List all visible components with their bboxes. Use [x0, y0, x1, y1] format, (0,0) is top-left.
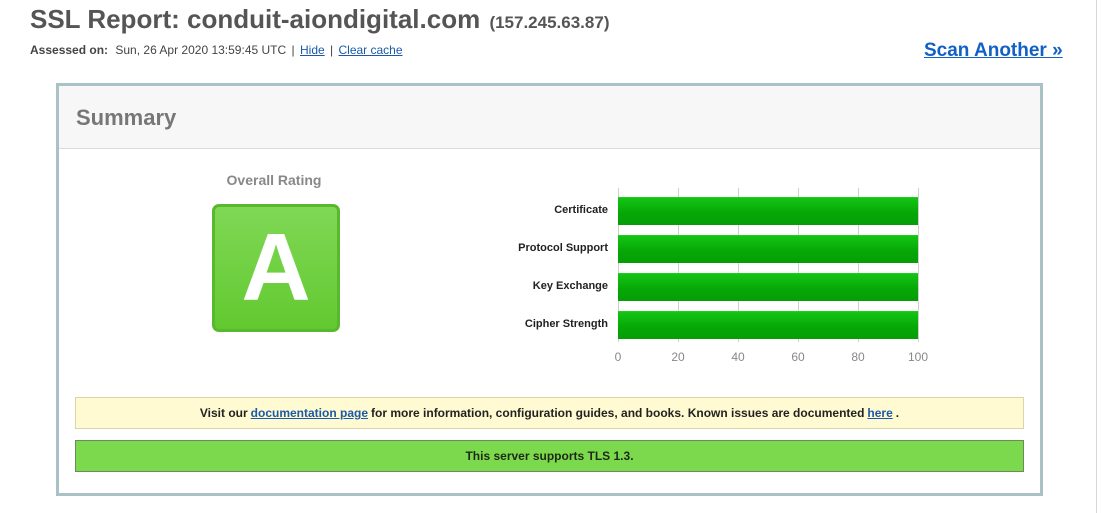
chart-bar — [618, 197, 918, 225]
clear-cache-link[interactable]: Clear cache — [338, 43, 402, 57]
window-edge — [1096, 0, 1101, 513]
ip-address: (157.245.63.87) — [489, 13, 610, 32]
grade-badge: A — [212, 204, 340, 332]
assessed-label: Assessed on: — [30, 43, 109, 57]
chart-bar — [618, 273, 918, 301]
chart-gridline — [858, 188, 859, 342]
chart-gridline — [738, 188, 739, 342]
overall-rating-label: Overall Rating — [226, 172, 322, 188]
chart-gridline — [798, 188, 799, 342]
assessed-info: Assessed on: Sun, 26 Apr 2020 13:59:45 U… — [30, 43, 403, 57]
chart-category-label: Key Exchange — [532, 280, 608, 292]
x-tick-label: 100 — [907, 350, 929, 364]
hide-link[interactable]: Hide — [300, 43, 325, 57]
notice-middle: for more information, configuration guid… — [371, 406, 865, 420]
summary-panel: Summary Overall Rating A 0 20 40 60 80 100 Cer… — [56, 83, 1043, 496]
chart-category-label: Protocol Support — [518, 242, 608, 254]
x-tick-label: 60 — [791, 350, 805, 364]
chart-gridline — [618, 188, 619, 342]
documentation-page-link[interactable]: documentation page — [251, 406, 368, 420]
x-tick-label: 20 — [671, 350, 685, 364]
x-tick-label: 0 — [614, 350, 622, 364]
report-title: SSL Report: conduit-aiondigital.com — [30, 4, 481, 34]
notice-prefix: Visit our — [199, 406, 248, 420]
documentation-notice: Visit our documentation page for more in… — [75, 397, 1024, 429]
chart-category-label: Certificate — [554, 204, 608, 216]
summary-title: Summary — [76, 105, 177, 130]
chart-bar — [618, 235, 918, 263]
page-title: SSL Report: conduit-aiondigital.com (157… — [30, 4, 609, 35]
chart-bar — [618, 311, 918, 339]
separator: | — [330, 43, 334, 57]
known-issues-here-link[interactable]: here — [867, 406, 892, 420]
summary-header: Summary — [59, 86, 1040, 149]
x-tick-label: 80 — [851, 350, 865, 364]
chart-gridline — [918, 188, 919, 342]
assessed-date: Sun, 26 Apr 2020 13:59:45 UTC — [115, 43, 287, 57]
separator: | — [291, 43, 295, 57]
scan-another-link[interactable]: Scan Another » — [924, 40, 1063, 62]
tls-support-banner: This server supports TLS 1.3. — [75, 440, 1024, 472]
notice-suffix: . — [895, 406, 900, 420]
chart-gridline — [678, 188, 679, 342]
x-tick-label: 40 — [731, 350, 745, 364]
chart-category-label: Cipher Strength — [524, 318, 608, 330]
